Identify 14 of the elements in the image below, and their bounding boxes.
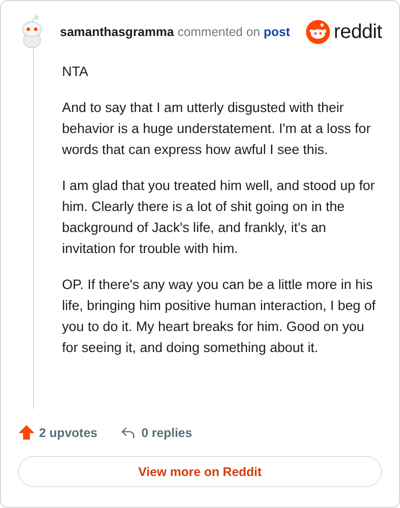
comment-paragraph: OP. If there's any way you can be a little more in his life, bringing him positive human interaction, I beg of you to do it. My heart breaks for him. Good on you for seeing it, and doing something about it.	[62, 276, 377, 357]
logo-icon	[306, 20, 330, 44]
brand-name: reddit	[334, 20, 382, 44]
action-text: commented on	[177, 25, 260, 39]
reply-icon[interactable]	[120, 426, 136, 440]
reply-count: 0 replies	[141, 426, 192, 440]
post-link[interactable]: post	[264, 25, 290, 39]
comment-paragraph: NTA	[62, 63, 90, 81]
comment-paragraph: And to say that I am utterly disgusted with their behavior is a huge understatement. I'm at a loss for words that can express how awful I see this.	[62, 99, 372, 159]
comment-paragraph: I am glad that you treated him well, and stood up for him. Clearly there is a lot of shit going on in the background of Jack's life, and frankly, it's an invitation for trouble with him.	[62, 177, 376, 258]
upvote-count: 2 upvotes	[39, 426, 98, 440]
upvote-icon[interactable]	[19, 425, 34, 440]
author-name[interactable]: samanthasgramma	[60, 25, 174, 39]
view-more-button[interactable]: View more on Reddit	[18, 456, 382, 487]
